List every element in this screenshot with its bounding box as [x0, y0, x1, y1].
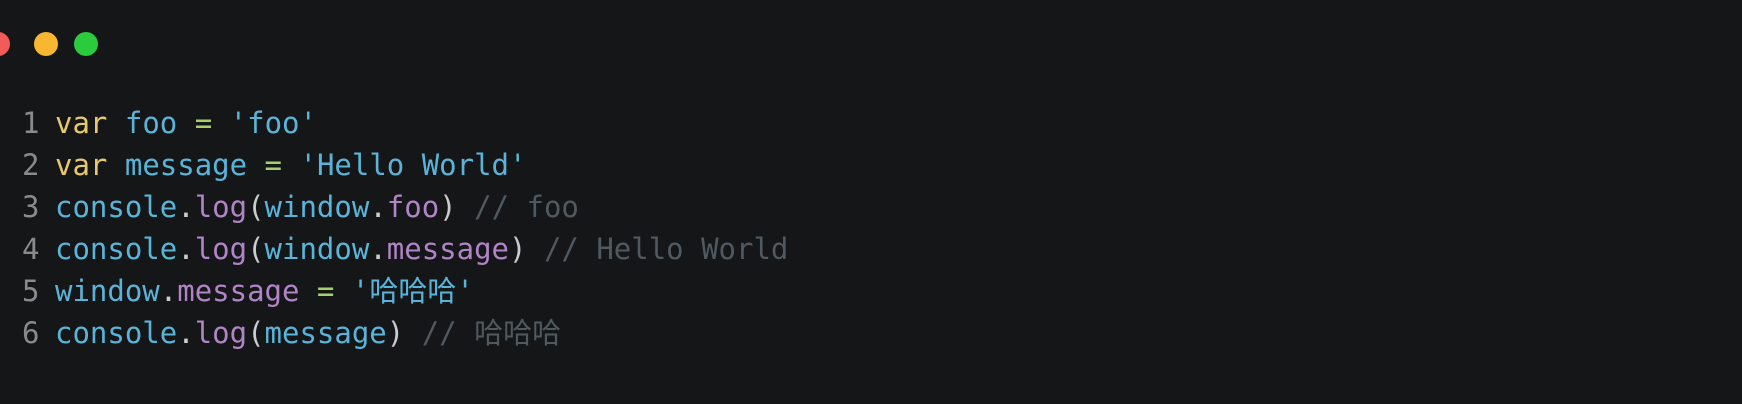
- line-number: 5: [22, 274, 40, 308]
- code-token-comment: // 哈哈哈: [421, 316, 562, 350]
- line-number: 2: [22, 148, 40, 182]
- code-token-comment: // foo: [474, 190, 579, 224]
- line-number: 6: [22, 316, 40, 350]
- code-window: 1 var foo = 'foo' 2 var message = 'Hello Wo…: [0, 0, 1742, 404]
- maximize-button[interactable]: [74, 32, 98, 56]
- code-token-ident: console: [55, 232, 178, 266]
- code-token-ident: message: [124, 148, 248, 182]
- code-token-ident: window: [264, 232, 370, 266]
- code-line: 5 window.message = '哈哈哈': [22, 270, 788, 312]
- code-token-punct: .: [369, 232, 387, 266]
- code-token-punct: (: [247, 232, 265, 266]
- code-token-punct: ): [386, 316, 405, 350]
- code-token-prop: log: [194, 316, 248, 350]
- code-token-punct: .: [177, 232, 195, 266]
- line-number: 4: [22, 232, 40, 266]
- code-token-ident: message: [264, 316, 387, 350]
- code-token-punct: (: [247, 190, 265, 224]
- code-token-ident: console: [55, 316, 178, 350]
- code-token-keyword: var: [55, 106, 108, 140]
- code-token-keyword: var: [55, 148, 108, 182]
- code-token-string: 'Hello World': [299, 148, 527, 182]
- code-token-punct: .: [177, 190, 195, 224]
- code-token-punct: ): [439, 190, 457, 224]
- code-token-punct: .: [177, 316, 195, 350]
- close-button[interactable]: [0, 32, 10, 56]
- code-token-prop: foo: [386, 190, 440, 224]
- line-number: 1: [22, 106, 40, 140]
- code-token-prop: log: [194, 232, 248, 266]
- code-token-prop: log: [194, 190, 248, 224]
- code-token-ident: foo: [124, 106, 178, 140]
- code-token-op: =: [264, 148, 283, 182]
- code-block: 1 var foo = 'foo' 2 var message = 'Hello Wo…: [22, 102, 788, 354]
- code-token-comment: // Hello World: [543, 232, 789, 266]
- code-line: 3 console.log(window.foo) // foo: [22, 186, 788, 228]
- code-token-string: '哈哈哈': [351, 274, 474, 308]
- code-token-punct: ): [509, 232, 527, 266]
- code-token-ident: console: [55, 190, 178, 224]
- code-token-op: =: [194, 106, 213, 140]
- code-token-ident: window: [264, 190, 370, 224]
- code-token-punct: .: [369, 190, 387, 224]
- code-token-string: 'foo': [229, 106, 317, 140]
- code-line: 1 var foo = 'foo': [22, 102, 788, 144]
- line-number: 3: [22, 190, 40, 224]
- code-line: 6 console.log(message) // 哈哈哈: [22, 312, 788, 354]
- code-line: 2 var message = 'Hello World': [22, 144, 788, 186]
- code-token-ident: window: [55, 274, 160, 308]
- code-token-prop: message: [177, 274, 300, 308]
- code-token-punct: .: [159, 274, 178, 308]
- code-line: 4 console.log(window.message) // Hello Wo…: [22, 228, 788, 270]
- code-token-punct: (: [247, 316, 265, 350]
- code-token-prop: message: [386, 232, 509, 266]
- code-token-op: =: [316, 274, 335, 308]
- minimize-button[interactable]: [34, 32, 58, 56]
